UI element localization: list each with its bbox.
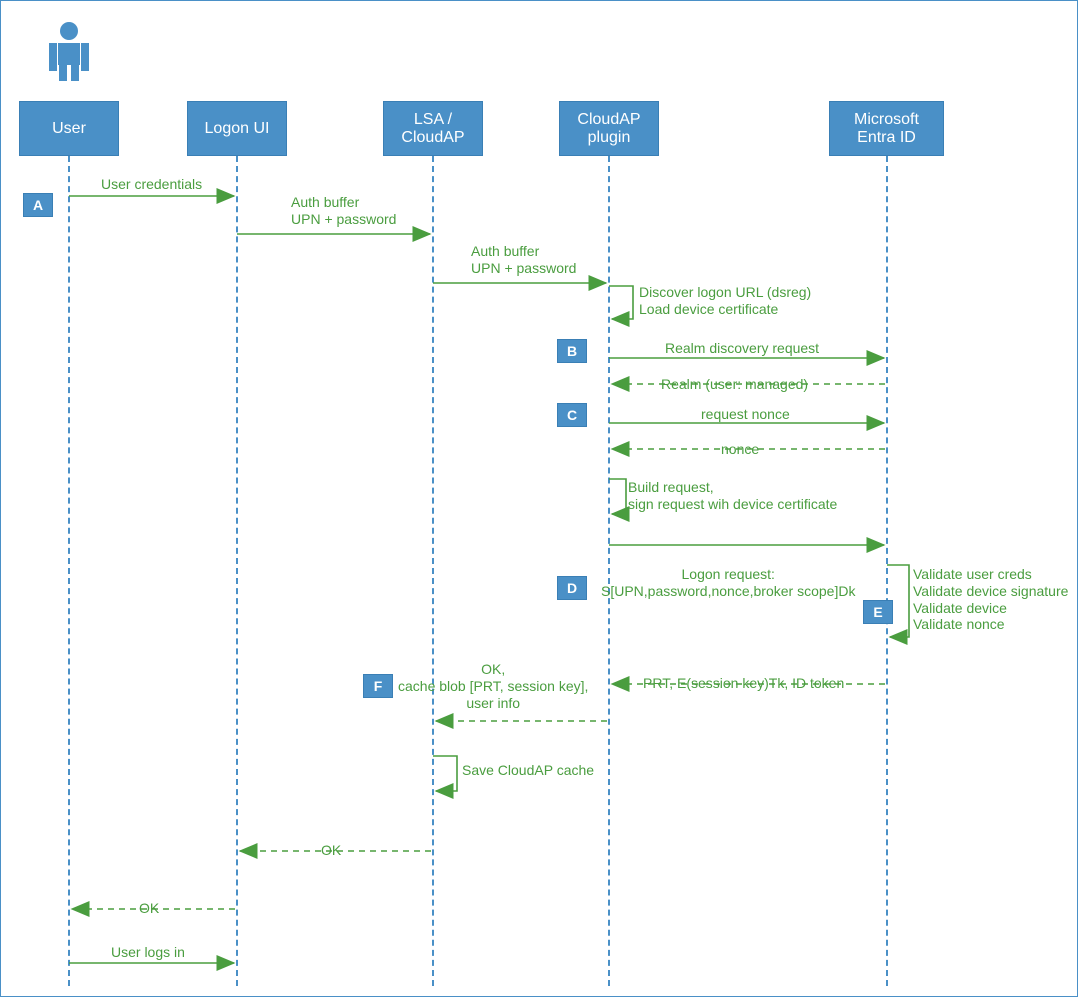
lifeline-lsa — [432, 156, 434, 986]
participant-plugin: CloudAP plugin — [559, 101, 659, 156]
step-badge-b: B — [557, 339, 587, 363]
participant-label: Microsoft Entra ID — [834, 111, 939, 147]
participant-label: Logon UI — [205, 120, 270, 138]
sequence-diagram: User Logon UI LSA / CloudAP CloudAP plug… — [0, 0, 1078, 997]
msg-validate: Validate user creds Validate device sign… — [913, 566, 1068, 633]
msg-realm-req: Realm discovery request — [665, 340, 819, 357]
msg-user-credentials: User credentials — [101, 176, 202, 193]
step-badge-f: F — [363, 674, 393, 698]
step-label: D — [567, 580, 577, 596]
lifeline-logonui — [236, 156, 238, 986]
msg-req-nonce: request nonce — [701, 406, 790, 423]
user-icon — [49, 21, 89, 81]
msg-ok1: OK — [321, 842, 341, 859]
step-badge-d: D — [557, 576, 587, 600]
participant-label: CloudAP plugin — [564, 111, 654, 147]
msg-build-sign: Build request, sign request wih device c… — [628, 479, 837, 513]
lifeline-entra — [886, 156, 888, 986]
participant-user: User — [19, 101, 119, 156]
msg-logs-in: User logs in — [111, 944, 185, 961]
participant-entra: Microsoft Entra ID — [829, 101, 944, 156]
msg-auth-buffer-1: Auth buffer UPN + password — [291, 194, 396, 228]
msg-auth-buffer-2: Auth buffer UPN + password — [471, 243, 576, 277]
msg-save-cache: Save CloudAP cache — [462, 762, 594, 779]
msg-discover: Discover logon URL (dsreg) Load device c… — [639, 284, 811, 318]
step-label: B — [567, 343, 577, 359]
participant-label: User — [52, 120, 86, 138]
lifeline-user — [68, 156, 70, 986]
participant-logonui: Logon UI — [187, 101, 287, 156]
step-label: E — [873, 604, 882, 620]
msg-logon-req: Logon request: S[UPN,password,nonce,brok… — [601, 566, 855, 600]
msg-prt-resp: PRT, E(session key)Tk, ID token — [643, 675, 844, 692]
step-label: A — [33, 197, 43, 213]
msg-cache-blob: OK, cache blob [PRT, session key], user … — [398, 661, 588, 711]
participant-lsa: LSA / CloudAP — [383, 101, 483, 156]
step-badge-c: C — [557, 403, 587, 427]
msg-ok2: OK — [139, 900, 159, 917]
msg-nonce: nonce — [721, 441, 759, 458]
participant-label: LSA / CloudAP — [388, 111, 478, 147]
step-badge-a: A — [23, 193, 53, 217]
msg-realm-resp: Realm (user: managed) — [661, 376, 808, 393]
step-badge-e: E — [863, 600, 893, 624]
step-label: F — [374, 678, 383, 694]
step-label: C — [567, 407, 577, 423]
